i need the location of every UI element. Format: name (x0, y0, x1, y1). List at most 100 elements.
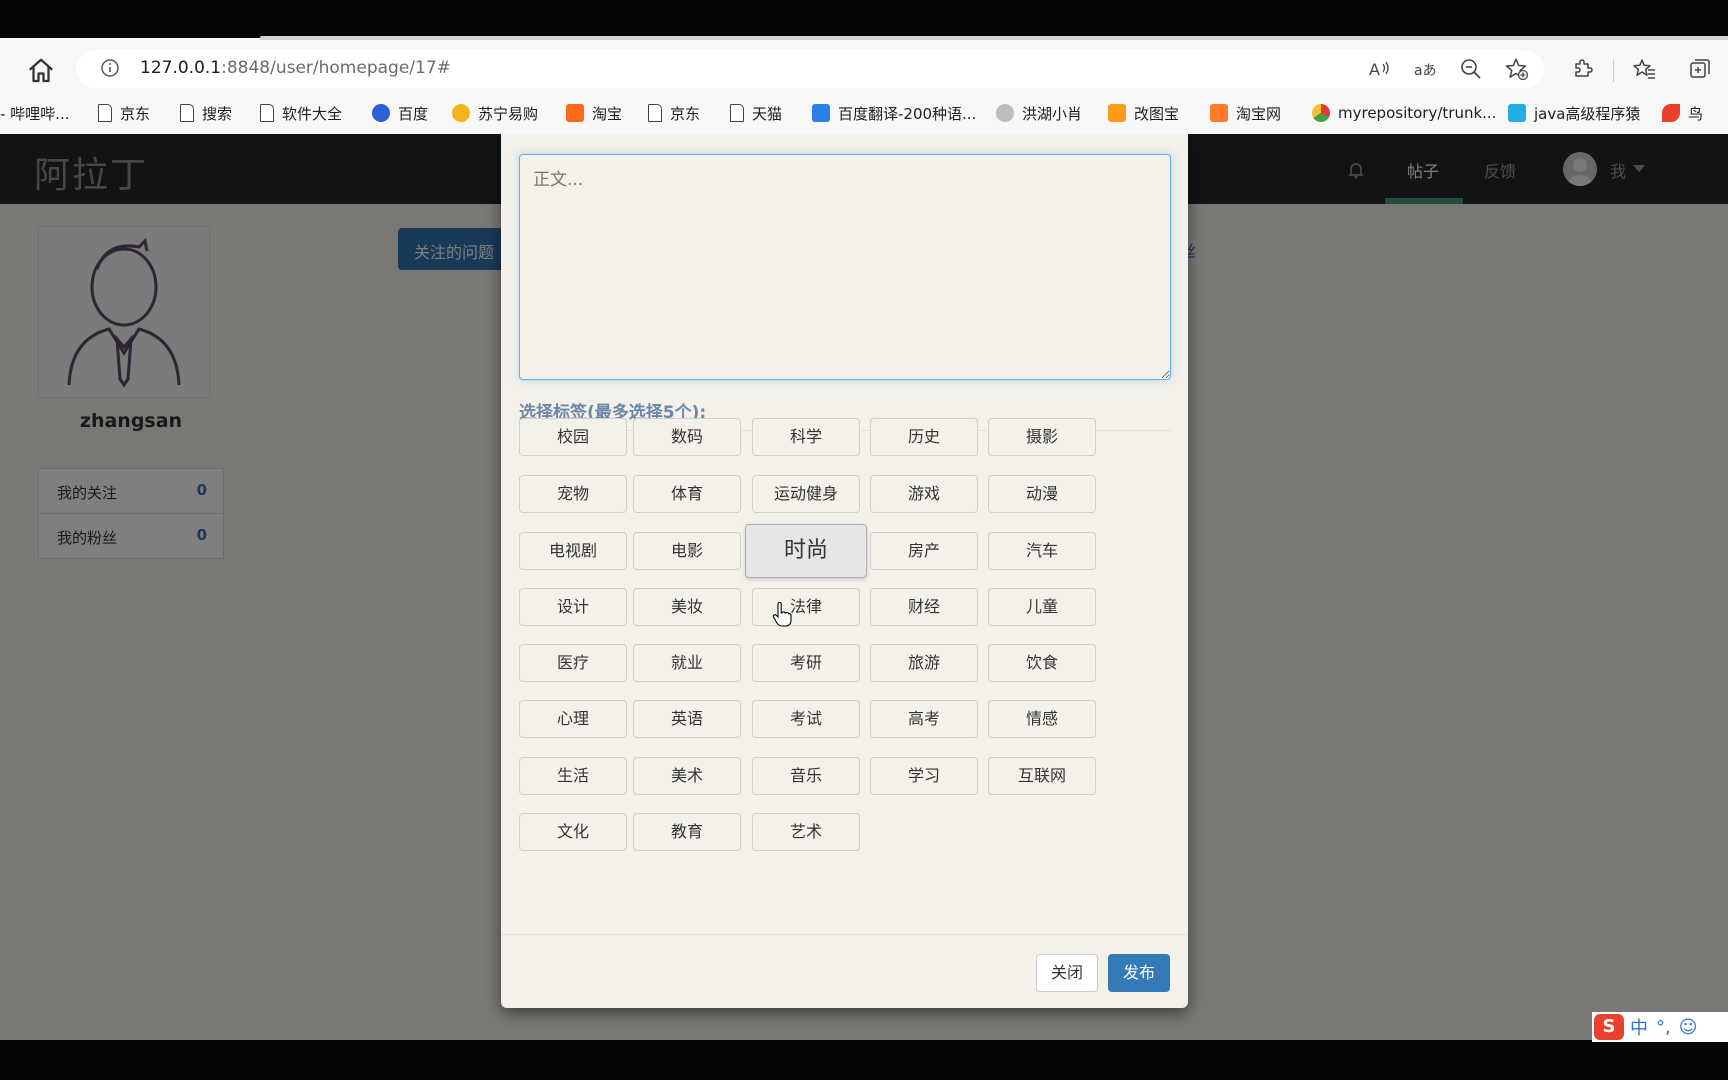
ime-mode: 中 (1630, 1018, 1648, 1039)
tag-button[interactable]: 音乐 (752, 757, 860, 795)
page-icon (98, 104, 112, 122)
tag-button[interactable]: 法律 (752, 588, 860, 626)
bookmark-item[interactable]: 苏宁易购 (452, 102, 538, 124)
page-icon (180, 104, 194, 122)
url-text[interactable]: 127.0.0.1:8848/user/homepage/17# (140, 58, 451, 78)
tag-button[interactable]: 就业 (633, 644, 741, 682)
tag-button[interactable]: 考试 (752, 700, 860, 738)
bookmark-label: 软件大全 (282, 104, 343, 123)
tag-button[interactable]: 历史 (870, 418, 978, 456)
bookmark-label: 改图宝 (1134, 104, 1180, 123)
tag-button[interactable]: 电视剧 (519, 532, 627, 570)
chrome-icon (1312, 104, 1330, 122)
url-path: :8848/user/homepage/17# (221, 58, 451, 78)
bookmark-item[interactable]: java高级程序猿 (1508, 102, 1640, 124)
tag-button[interactable]: 学习 (870, 757, 978, 795)
publish-button[interactable]: 发布 (1108, 954, 1170, 992)
tag-button[interactable]: 数码 (633, 418, 741, 456)
url-host: 127.0.0.1 (140, 58, 222, 78)
bookmark-label: 京东 (120, 104, 151, 123)
tag-button[interactable]: 生活 (519, 757, 627, 795)
sogou-icon: S (1594, 1014, 1624, 1040)
zoom-out-icon[interactable] (1458, 56, 1484, 82)
tag-button[interactable]: 科学 (752, 418, 860, 456)
bookmark-label: 洪湖小肖 (1022, 104, 1083, 123)
tag-button[interactable]: 儿童 (988, 588, 1096, 626)
tag-button[interactable]: 运动健身 (752, 475, 860, 513)
tag-button[interactable]: 摄影 (988, 418, 1096, 456)
bookmark-item[interactable]: 天猫 (730, 102, 782, 124)
tag-button[interactable]: 情感 (988, 700, 1096, 738)
tag-button[interactable]: 英语 (633, 700, 741, 738)
tag-button[interactable]: 时尚 (745, 524, 867, 578)
extensions-icon[interactable] (1570, 56, 1596, 82)
bookmark-item[interactable]: 百度翻译-200种语... (812, 102, 976, 124)
home-icon[interactable] (26, 56, 56, 86)
bookmark-label: myrepository/trunk... (1338, 104, 1497, 122)
window-top-bar (0, 0, 1728, 38)
toolbar-divider (1613, 60, 1614, 82)
bookmark-label: 天猫 (752, 104, 783, 123)
tag-button[interactable]: 教育 (633, 813, 741, 851)
bird-icon (996, 104, 1014, 122)
tag-button[interactable]: 旅游 (870, 644, 978, 682)
bookmark-item[interactable]: 淘宝网 (1210, 102, 1281, 124)
bookmark-item[interactable]: 百度 (372, 102, 428, 124)
tag-button[interactable]: 饮食 (988, 644, 1096, 682)
tag-button[interactable]: 心理 (519, 700, 627, 738)
bookmark-item[interactable]: 洪湖小肖 (996, 102, 1082, 124)
bookmark-label: 搜索 (202, 104, 233, 123)
bird-red-icon (1662, 104, 1680, 122)
site-info-icon[interactable] (100, 58, 120, 78)
tag-button[interactable]: 艺术 (752, 813, 860, 851)
tag-button[interactable]: 文化 (519, 813, 627, 851)
tag-button[interactable]: 互联网 (988, 757, 1096, 795)
bookmark-item[interactable]: - 哔哩哔... (0, 102, 70, 124)
tag-button[interactable]: 财经 (870, 588, 978, 626)
bookmark-label: 百度翻译-200种语... (838, 104, 977, 123)
bookmark-label: 鸟 (1688, 104, 1704, 123)
bookmark-label: 百度 (398, 104, 429, 123)
tag-button[interactable]: 高考 (870, 700, 978, 738)
tag-button[interactable]: 电影 (633, 532, 741, 570)
bookmark-item[interactable]: 京东 (98, 102, 150, 124)
tag-button[interactable]: 房产 (870, 532, 978, 570)
tag-button[interactable]: 体育 (633, 475, 741, 513)
translate-icon[interactable]: aあ (1412, 56, 1438, 82)
tag-button[interactable]: 游戏 (870, 475, 978, 513)
read-aloud-icon[interactable]: A (1366, 56, 1392, 82)
web-page: 阿拉丁 帖子 反馈 我 zhangsan 我的关注 0 我的粉丝 0 关注的问题… (0, 134, 1728, 1040)
page-icon (648, 104, 662, 122)
tag-button[interactable]: 医疗 (519, 644, 627, 682)
bookmark-item[interactable]: 淘宝 (566, 102, 622, 124)
tag-button[interactable]: 宠物 (519, 475, 627, 513)
bookmark-item[interactable]: 改图宝 (1108, 102, 1179, 124)
bookmark-label: java高级程序猿 (1534, 104, 1641, 123)
tag-button[interactable]: 校园 (519, 418, 627, 456)
tag-button[interactable]: 汽车 (988, 532, 1096, 570)
add-favorite-icon[interactable] (1504, 56, 1530, 82)
tag-button[interactable]: 美术 (633, 757, 741, 795)
bookmark-item[interactable]: 搜索 (180, 102, 232, 124)
suning-icon (452, 104, 470, 122)
bookmark-label: - 哔哩哔... (0, 104, 70, 123)
tag-button[interactable]: 考研 (752, 644, 860, 682)
emoji-icon: ☺ (1678, 1016, 1698, 1038)
favorites-icon[interactable] (1632, 56, 1658, 82)
collections-icon[interactable] (1687, 56, 1713, 82)
tag-button[interactable]: 动漫 (988, 475, 1096, 513)
translate-icon (812, 104, 830, 122)
close-button[interactable]: 关闭 (1036, 954, 1098, 992)
bookmark-item[interactable]: 鸟 (1662, 102, 1703, 124)
bookmark-label: 苏宁易购 (478, 104, 539, 123)
tag-button[interactable]: 美妆 (633, 588, 741, 626)
ime-toolbar[interactable]: S 中 °, ☺ (1592, 1012, 1728, 1042)
bookmark-item[interactable]: 京东 (648, 102, 700, 124)
bookmark-label: 京东 (670, 104, 701, 123)
tag-button[interactable]: 设计 (519, 588, 627, 626)
bookmark-item[interactable]: 软件大全 (260, 102, 342, 124)
post-body-textarea[interactable] (519, 154, 1171, 380)
hand-cursor-icon (772, 602, 792, 627)
bookmark-item[interactable]: myrepository/trunk... (1312, 102, 1496, 124)
page-icon (730, 104, 744, 122)
